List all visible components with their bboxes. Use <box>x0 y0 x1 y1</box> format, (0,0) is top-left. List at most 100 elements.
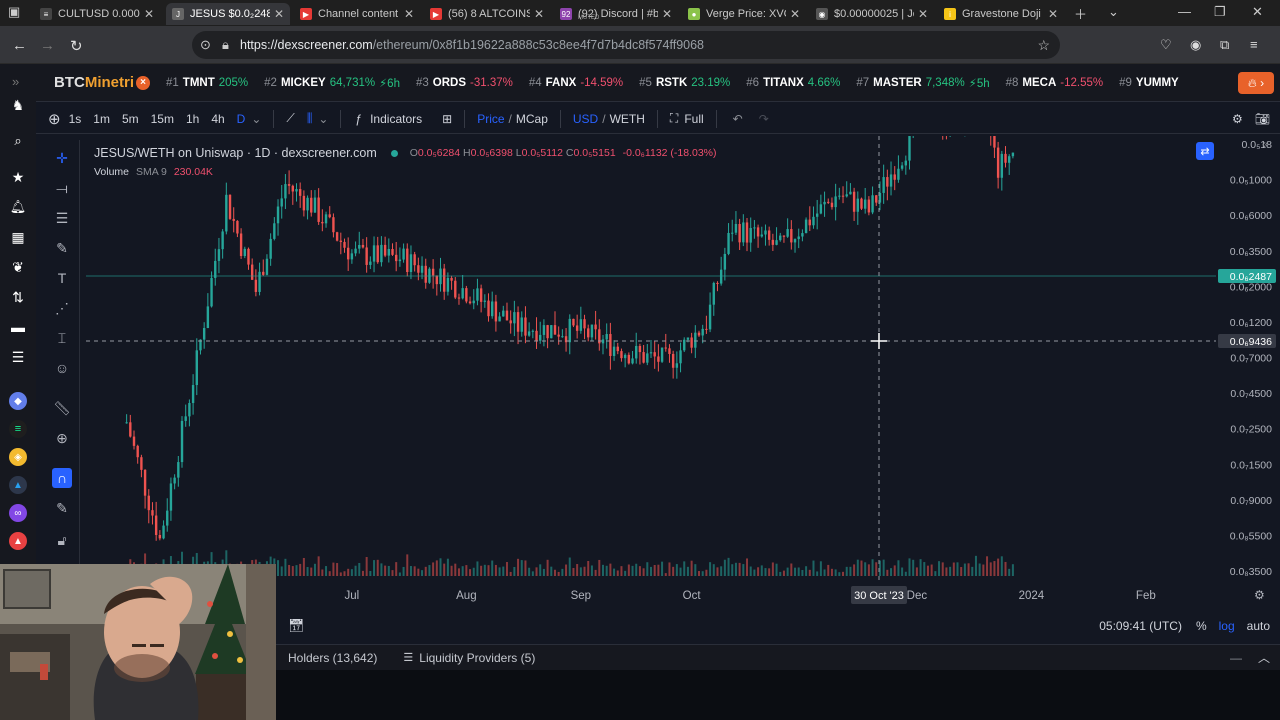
browser-tab-5[interactable]: ● Verge Price: XVG ✕ <box>682 3 806 25</box>
add-symbol-icon[interactable]: ⊕ <box>48 110 61 128</box>
indicators-button[interactable]: Indicators <box>370 112 422 126</box>
close-tab-icon[interactable]: ✕ <box>918 7 928 21</box>
pattern-icon[interactable]: ⋰ <box>52 298 72 318</box>
avalanche-chain-icon[interactable]: ▲ <box>9 532 27 550</box>
mcap-toggle[interactable]: MCap <box>516 112 548 126</box>
close-tab-icon[interactable]: ✕ <box>274 7 284 21</box>
timeframe-15m[interactable]: 15m <box>151 112 174 126</box>
multicharts-icon[interactable]: ▦ <box>9 228 27 246</box>
usd-toggle[interactable]: USD <box>573 112 598 126</box>
ticker-item[interactable]: #6 TITANX 4.66% <box>746 76 840 90</box>
text-tool-icon[interactable]: T <box>52 268 72 288</box>
line-chart-icon[interactable]: ⟋ <box>286 111 294 126</box>
sync-icon[interactable]: ⇄ <box>1196 142 1214 160</box>
close-tab-icon[interactable]: ✕ <box>1048 7 1058 21</box>
new-pairs-icon[interactable]: ❦ <box>9 258 27 276</box>
zoom-in-icon[interactable]: ⊕ <box>52 428 72 448</box>
search-icon[interactable]: ⌕ <box>9 132 27 150</box>
snapshot-camera-icon[interactable]: 📷︎ <box>1255 112 1270 126</box>
price-chart[interactable]: 0.0₅180.0₅10000.0₆60000.0₆35000.0₆20000.… <box>86 136 1280 606</box>
expand-panel-icon[interactable]: ︿ <box>1258 649 1270 666</box>
utc-time[interactable]: 05:09:41 (UTC) <box>1099 619 1182 633</box>
solana-chain-icon[interactable]: ≡ <box>9 420 27 438</box>
browser-tab-4[interactable]: 92 (92) Discord | #bi MUTED ✕ <box>554 3 678 25</box>
close-tab-icon[interactable]: ✕ <box>534 7 544 21</box>
date-range-icon[interactable]: 📅︎ <box>288 618 305 634</box>
full-button[interactable]: Full <box>684 112 703 126</box>
lock-drawing-icon[interactable]: ✎ <box>52 498 72 518</box>
expand-sidebar-icon[interactable]: » <box>12 74 19 89</box>
extensions-icon[interactable]: ⧉ <box>1220 37 1229 53</box>
ticker-item[interactable]: #5 RSTK 23.19% <box>639 76 730 90</box>
ticker-item[interactable]: #9 YUMMY <box>1119 76 1183 90</box>
emoji-icon[interactable]: ☺ <box>52 358 72 378</box>
browser-tab-3[interactable]: ▶ (56) 8 ALTCOINS T ✕ <box>424 3 550 25</box>
close-window-icon[interactable]: ✕ <box>1252 4 1263 20</box>
tab-search-icon[interactable]: ⌄ <box>1108 4 1119 20</box>
layout-grid-icon[interactable]: ⊞ <box>442 112 452 126</box>
arbitrum-chain-icon[interactable]: ▲ <box>9 476 27 494</box>
measure-icon[interactable]: ⌶ <box>52 328 72 348</box>
timeframe-4h[interactable]: 4h <box>211 112 224 126</box>
log-toggle[interactable]: log <box>1219 619 1235 633</box>
timeframe-D[interactable]: D <box>237 112 246 126</box>
gainers-losers-icon[interactable]: ⇅ <box>9 288 27 306</box>
menu-icon[interactable]: ≡ <box>1250 37 1258 52</box>
timeframe-1h[interactable]: 1h <box>186 112 199 126</box>
browser-tab-6[interactable]: ◉ $0.00000025 | Jes ✕ <box>810 3 934 25</box>
ruler-icon[interactable]: 📏︎ <box>52 398 72 418</box>
url-field[interactable]: ⊙ 🔒︎ https://dexscreener.com/ethereum/0x… <box>192 31 1060 59</box>
ticker-item[interactable]: #4 FANX -14.59% <box>529 76 623 90</box>
bsc-chain-icon[interactable]: ◈ <box>9 448 27 466</box>
ticker-fire-button[interactable]: 🔥︎ › <box>1238 72 1274 94</box>
redo-icon[interactable]: ↷ <box>759 112 769 126</box>
polygon-chain-icon[interactable]: ∞ <box>9 504 27 522</box>
minimize-panel-icon[interactable]: — <box>1230 651 1242 665</box>
tab-holders[interactable]: Holders (13,642) <box>288 651 377 665</box>
weth-toggle[interactable]: WETH <box>610 112 645 126</box>
browser-tab-2[interactable]: ▶ Channel content ✕ <box>294 3 420 25</box>
minimize-icon[interactable]: — <box>1178 4 1191 19</box>
new-tab-icon[interactable]: ＋ <box>1074 4 1087 23</box>
trendline-icon[interactable]: ⟞ <box>52 178 72 198</box>
chart-type-dropdown-icon[interactable]: ⌄ <box>318 112 328 126</box>
dexscreener-logo-icon[interactable]: ♞ <box>9 96 27 114</box>
magnet-icon[interactable]: ∩ <box>52 468 72 488</box>
sponsor-brand[interactable]: BTC Minetri × <box>54 74 150 91</box>
tab-liquidity-providers[interactable]: ☰ Liquidity Providers (5) <box>403 651 535 665</box>
close-tab-icon[interactable]: ✕ <box>404 7 414 21</box>
browser-tab-7[interactable]: i Gravestone Doji ✕ <box>938 3 1064 25</box>
lock-icon[interactable]: 🔓︎ <box>52 530 72 550</box>
site-info-icon[interactable]: ⊙ <box>200 37 211 53</box>
price-toggle[interactable]: Price <box>477 112 504 126</box>
pocket-icon[interactable]: ♡ <box>1160 37 1172 53</box>
browser-tab-1[interactable]: J JESUS $0.0₂2487 ✕ <box>166 3 290 25</box>
timeframe-1s[interactable]: 1s <box>69 112 82 126</box>
ethereum-chain-icon[interactable]: ◆ <box>9 392 27 410</box>
candle-chart-icon[interactable]: ⫼ <box>307 111 313 126</box>
percent-toggle[interactable]: % <box>1196 619 1207 633</box>
timeframe-dropdown-icon[interactable]: ⌄ <box>251 112 261 126</box>
ticker-item[interactable]: #3 ORDS -31.37% <box>416 76 513 90</box>
tab-list-icon[interactable]: ▣ <box>8 4 20 20</box>
close-tab-icon[interactable]: ✕ <box>790 7 800 21</box>
timeframe-1m[interactable]: 1m <box>93 112 110 126</box>
bookmark-star-icon[interactable]: ☆ <box>1037 37 1050 54</box>
ticker-item[interactable]: #8 MECA -12.55% <box>1006 76 1104 90</box>
reload-icon[interactable]: ↻ <box>70 37 83 55</box>
watchlist-star-icon[interactable]: ★ <box>9 168 27 186</box>
ticker-item[interactable]: #7 MASTER 7,348% ⚡︎5h <box>856 76 989 90</box>
back-icon[interactable]: ← <box>12 37 27 54</box>
forward-icon[interactable]: → <box>40 37 55 54</box>
close-tab-icon[interactable]: ✕ <box>662 7 672 21</box>
timeframe-5m[interactable]: 5m <box>122 112 139 126</box>
brush-icon[interactable]: ✎ <box>52 238 72 258</box>
browser-tab-0[interactable]: ≡ CULTUSD 0.00000 ✕ <box>34 3 160 25</box>
close-tab-icon[interactable]: ✕ <box>144 7 154 21</box>
restore-icon[interactable]: ❐ <box>1214 4 1226 20</box>
fib-icon[interactable]: ☰ <box>52 208 72 228</box>
portfolio-icon[interactable]: ▬ <box>9 318 27 336</box>
crosshair-icon[interactable]: ✛ <box>52 148 72 168</box>
collapse-scale-icon[interactable]: « <box>1262 137 1269 151</box>
undo-icon[interactable]: ↶ <box>733 112 743 126</box>
